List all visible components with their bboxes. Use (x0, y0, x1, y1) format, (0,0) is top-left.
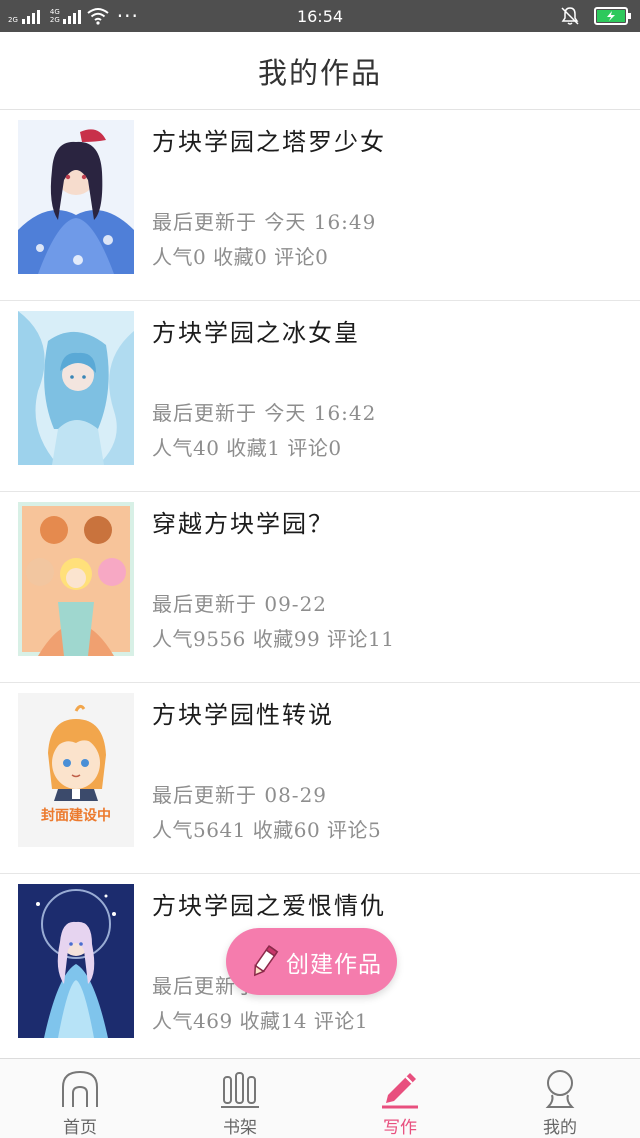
work-item[interactable]: 封面建设中 方块学园性转说 最后更新于 08-29 人气5641 收藏60 评论… (0, 683, 640, 874)
page-title: 我的作品 (257, 55, 382, 90)
battery-icon (594, 7, 631, 25)
nav-label-bookshelf: 书架 (223, 1118, 257, 1138)
nav-item-write[interactable]: 写作 (320, 1059, 480, 1138)
page-header: 我的作品 (0, 32, 640, 110)
bottom-nav: 首页 书架 写作 我的 (0, 1058, 640, 1138)
work-stats: 人气40 收藏1 评论0 (152, 436, 342, 460)
pencil-icon (382, 1073, 418, 1109)
work-cover-placeholder[interactable]: 封面建设中 (18, 693, 134, 847)
work-updated: 最后更新于 今天 16:42 (152, 401, 377, 425)
create-work-button[interactable]: 创建作品 (226, 928, 397, 995)
work-item[interactable]: 穿越方块学园？ 最后更新于 09-22 人气9556 收藏99 评论11 (0, 492, 640, 683)
bookshelf-icon (221, 1072, 259, 1108)
work-updated: 最后更新于 今天 16:49 (152, 210, 377, 234)
work-title[interactable]: 方块学园性转说 (152, 695, 334, 730)
work-title[interactable]: 穿越方块学园？ (152, 504, 334, 539)
cover-placeholder-text: 封面建设中 (41, 808, 111, 824)
mute-bell-icon (561, 7, 579, 25)
work-stats: 人气9556 收藏99 评论11 (152, 627, 395, 651)
create-work-label: 创建作品 (286, 951, 382, 978)
profile-icon (545, 1070, 575, 1108)
work-title[interactable]: 方块学园之爱恨情仇 (152, 886, 386, 921)
work-updated: 最后更新于 08-29 (152, 783, 328, 807)
work-stats: 人气0 收藏0 评论0 (152, 245, 329, 269)
work-title[interactable]: 方块学园之冰女皇 (152, 313, 360, 348)
nav-label-home: 首页 (63, 1118, 97, 1138)
nav-item-home[interactable]: 首页 (0, 1059, 160, 1138)
work-cover[interactable] (18, 311, 134, 465)
work-list: 方块学园之塔罗少女 最后更新于 今天 16:49 人气0 收藏0 评论0 方块学… (0, 110, 640, 1058)
work-title[interactable]: 方块学园之塔罗少女 (152, 122, 386, 157)
status-bar: 2G 4G 2G ··· 16:54 (0, 0, 640, 32)
work-cover[interactable] (18, 884, 134, 1038)
clock: 16:54 (296, 7, 344, 26)
nav-label-mine: 我的 (543, 1118, 577, 1138)
nav-label-write: 写作 (383, 1118, 417, 1138)
work-cover[interactable] (18, 502, 134, 656)
work-stats: 人气5641 收藏60 评论5 (152, 818, 382, 842)
work-item[interactable]: 方块学园之冰女皇 最后更新于 今天 16:42 人气40 收藏1 评论0 (0, 301, 640, 492)
pencil-icon (254, 944, 279, 976)
nav-item-bookshelf[interactable]: 书架 (160, 1059, 320, 1138)
work-updated: 最后更新于 09-22 (152, 592, 328, 616)
home-icon (62, 1070, 98, 1107)
work-cover[interactable] (18, 120, 134, 274)
work-item[interactable]: 方块学园之塔罗少女 最后更新于 今天 16:49 人气0 收藏0 评论0 (0, 110, 640, 301)
nav-item-mine[interactable]: 我的 (480, 1059, 640, 1138)
work-stats: 人气469 收藏14 评论1 (152, 1009, 369, 1033)
